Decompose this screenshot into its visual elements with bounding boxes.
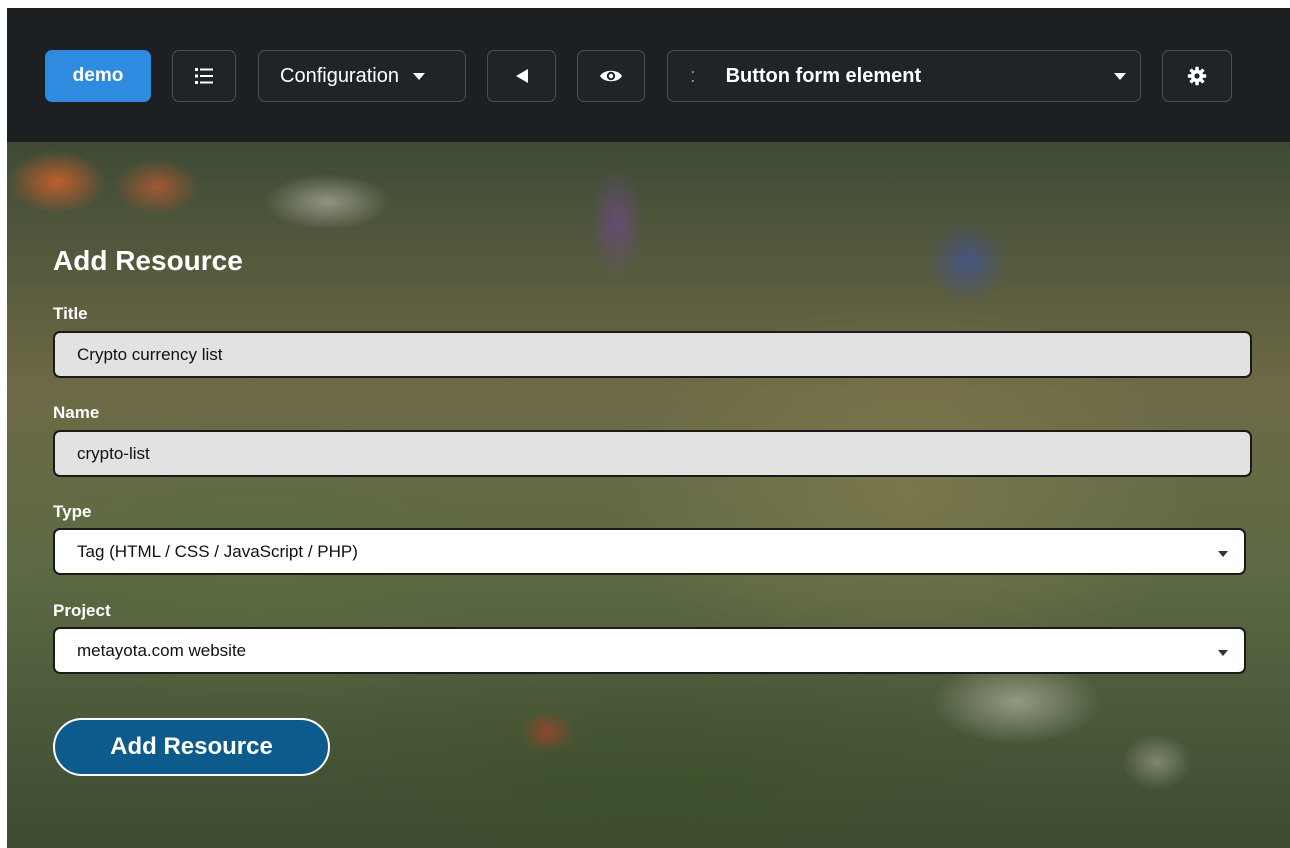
title-input-value: Crypto currency list <box>77 344 223 364</box>
page-selector-dropdown[interactable]: : Button form element <box>667 50 1141 102</box>
preview-button[interactable] <box>577 50 645 102</box>
name-input[interactable]: crypto-list <box>53 430 1252 477</box>
project-label: Project <box>53 601 111 620</box>
type-select[interactable]: Tag (HTML / CSS / JavaScript / PHP) <box>53 528 1246 575</box>
project-select[interactable]: metayota.com website <box>53 627 1246 674</box>
configuration-dropdown[interactable]: Configuration <box>258 50 466 102</box>
type-select-value: Tag (HTML / CSS / JavaScript / PHP) <box>77 541 358 561</box>
demo-button-label: demo <box>72 65 124 86</box>
form-title: Add Resource <box>53 245 243 276</box>
configuration-label: Configuration <box>280 64 399 87</box>
demo-button[interactable]: demo <box>45 50 151 102</box>
title-label: Title <box>53 304 88 323</box>
chevron-down-icon <box>1114 73 1126 80</box>
list-icon <box>195 68 213 84</box>
add-resource-button-label: Add Resource <box>110 733 273 760</box>
app-frame: demo Configuration: Button form element… <box>7 8 1290 848</box>
page-separator: : <box>690 64 696 87</box>
chevron-down-icon <box>1218 551 1228 557</box>
page-selector-title: Button form element <box>725 64 922 87</box>
title-input[interactable]: Crypto currency list <box>53 331 1252 378</box>
name-label: Name <box>53 403 100 422</box>
add-resource-button[interactable]: Add Resource <box>53 718 330 776</box>
project-select-value: metayota.com website <box>77 640 247 660</box>
eye-icon <box>600 70 622 82</box>
top-toolbar: demo Configuration: Button form element <box>7 8 1290 142</box>
list-view-button[interactable] <box>172 50 236 102</box>
chevron-down-icon <box>412 72 425 80</box>
name-input-value: crypto-list <box>77 443 150 463</box>
triangle-left-icon <box>515 69 528 83</box>
type-label: Type <box>53 502 92 521</box>
back-button[interactable] <box>487 50 556 102</box>
chevron-down-icon <box>1218 650 1228 656</box>
settings-button[interactable] <box>1162 50 1232 102</box>
gear-icon <box>1187 66 1207 86</box>
